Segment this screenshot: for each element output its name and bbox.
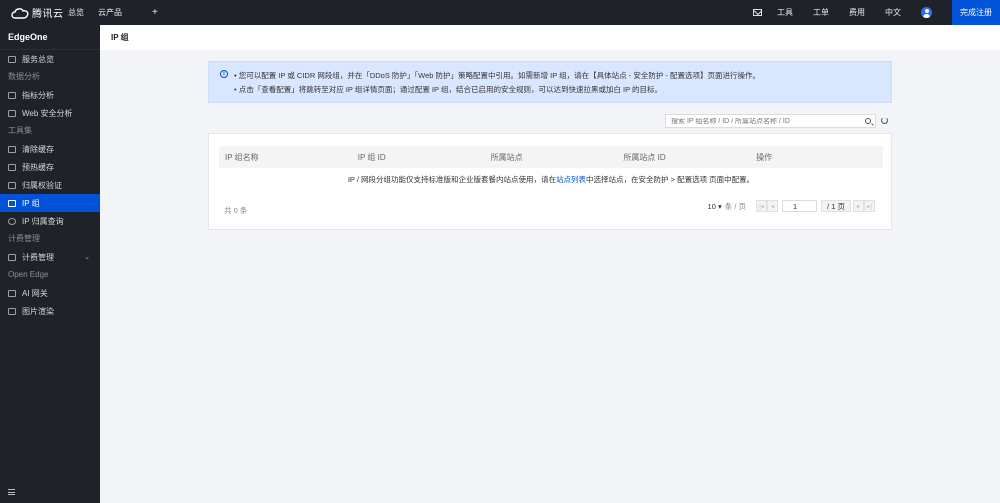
sidebar-item[interactable]: IP 归属查询	[0, 212, 100, 230]
sidebar-item-label: IP 归属查询	[22, 216, 64, 226]
top-bar: 腾讯云 总览 云产品 + 工具 工单 费用 中文 完成注册	[0, 0, 1000, 25]
sidebar-item[interactable]: 计费管理 ⌄	[0, 248, 100, 266]
sidebar-item[interactable]: 图片渲染	[0, 302, 100, 320]
billing-menu[interactable]: 费用	[849, 7, 865, 18]
add-shortcut-button[interactable]: +	[152, 7, 158, 18]
first-page-button[interactable]: |◂	[756, 200, 767, 212]
mail-icon[interactable]	[753, 9, 762, 16]
sidebar-group-label: 工具集	[8, 126, 32, 135]
total-count: 共 0 条	[224, 206, 248, 215]
check-icon	[8, 181, 16, 189]
cloud-logo-icon	[11, 7, 29, 19]
sidebar-item-label: 清除缓存	[22, 144, 54, 154]
page-title: IP 组	[100, 25, 1000, 50]
sidebar-item[interactable]: AI 网关	[0, 284, 100, 302]
column-header: IP 组 ID	[357, 152, 386, 162]
sidebar-item[interactable]: IP 组	[0, 194, 100, 212]
sidebar-group-label: 计费管理	[8, 234, 40, 243]
info-banner: i • 您可以配置 IP 或 CIDR 网段组，并在「DDoS 防护」「Web …	[208, 61, 892, 103]
shield-icon	[8, 109, 16, 117]
column-header: 所属站点	[490, 152, 523, 162]
tools-menu[interactable]: 工具	[777, 7, 793, 18]
refresh-icon[interactable]	[881, 117, 888, 124]
refresh-icon	[8, 145, 16, 153]
chart-icon	[8, 91, 16, 99]
user-avatar-icon[interactable]	[921, 7, 932, 18]
search-input[interactable]	[666, 117, 856, 125]
chevron-down-icon[interactable]: ⌄	[84, 253, 90, 261]
next-page-button[interactable]: ▸	[853, 200, 864, 212]
complete-registration-button[interactable]: 完成注册	[952, 0, 1000, 25]
column-header: 操作	[756, 152, 773, 162]
ip-group-table-card: IP 组名称 IP 组 ID 所属站点 所属站点 ID 操作 IP / 网段分组…	[208, 133, 892, 230]
sidebar-item[interactable]: 服务总览	[0, 50, 100, 68]
search-icon[interactable]	[865, 118, 871, 124]
sidebar-item[interactable]: 预热缓存	[0, 158, 100, 176]
brand-name: 腾讯云	[32, 9, 64, 20]
image-icon	[8, 307, 16, 315]
sidebar-group-label: 数据分析	[8, 72, 40, 81]
sidebar-item[interactable]: 清除缓存	[0, 140, 100, 158]
sidebar-item-label: 图片渲染	[22, 306, 54, 316]
page-number-input[interactable]: 1	[782, 200, 817, 212]
empty-text-after: 中选择站点，在安全防护 > 配置选项 页面中配置。	[586, 175, 755, 184]
site-list-link[interactable]: 站点列表	[556, 175, 586, 184]
sidebar-item[interactable]: 指标分析	[0, 86, 100, 104]
column-header: 所属站点 ID	[623, 152, 666, 162]
sidebar-title: EdgeOne	[0, 25, 100, 50]
last-page-button[interactable]: ▸|	[864, 200, 875, 212]
nav-overview[interactable]: 总览	[68, 7, 84, 18]
sidebar-group-label: Open Edge	[8, 270, 49, 279]
page-size-select[interactable]: 10 ▾	[708, 202, 722, 211]
logo[interactable]: 腾讯云	[0, 5, 68, 20]
empty-text-before: IP / 网段分组功能仅支持标准版和企业版套餐内站点使用，请在	[347, 175, 557, 184]
ip-icon	[8, 199, 16, 207]
sidebar-item-label: Web 安全分析	[22, 108, 73, 118]
empty-state-message: IP / 网段分组功能仅支持标准版和企业版套餐内站点使用，请在站点列表中选择站点…	[209, 174, 893, 185]
table-header: IP 组名称 IP 组 ID 所属站点 所属站点 ID 操作	[219, 146, 883, 168]
banner-line-2: • 点击「查看配置」将跳转至对应 IP 组详情页面；通过配置 IP 组，结合已启…	[234, 85, 663, 94]
column-header: IP 组名称	[225, 152, 259, 162]
sidebar-item-label: AI 网关	[22, 288, 48, 298]
pagination: 10 ▾ 条 / 页 |◂ ◂ 1 / 1 页 ▸ ▸|	[708, 200, 875, 212]
banner-line-1: • 您可以配置 IP 或 CIDR 网段组，并在「DDoS 防护」「Web 防护…	[234, 71, 760, 80]
total-pages: / 1 页	[821, 200, 851, 212]
fire-icon	[8, 163, 16, 171]
tickets-menu[interactable]: 工单	[813, 7, 829, 18]
bill-icon	[8, 253, 16, 261]
sidebar-item-label: 归属权验证	[22, 180, 62, 190]
sidebar-item[interactable]: Web 安全分析	[0, 104, 100, 122]
sidebar-item-label: 预热缓存	[22, 162, 54, 172]
prev-page-button[interactable]: ◂	[767, 200, 778, 212]
sidebar-item-label: 指标分析	[22, 90, 54, 100]
info-icon: i	[220, 70, 228, 78]
sidebar: EdgeOne 服务总览数据分析指标分析 Web 安全分析工具集清除缓存预热缓存归…	[0, 25, 100, 503]
page-size-unit: 条 / 页	[724, 201, 746, 211]
collapse-menu-icon[interactable]	[8, 489, 15, 495]
search-box	[665, 114, 876, 128]
language-menu[interactable]: 中文	[885, 7, 901, 18]
nav-products[interactable]: 云产品	[98, 7, 122, 18]
sidebar-item-label: 计费管理	[22, 252, 54, 262]
sidebar-item[interactable]: 归属权验证	[0, 176, 100, 194]
grid-icon	[8, 55, 16, 63]
search-icon	[8, 217, 16, 225]
ai-icon	[8, 289, 16, 297]
sidebar-item-label: IP 组	[22, 198, 40, 208]
sidebar-item-label: 服务总览	[22, 54, 54, 64]
